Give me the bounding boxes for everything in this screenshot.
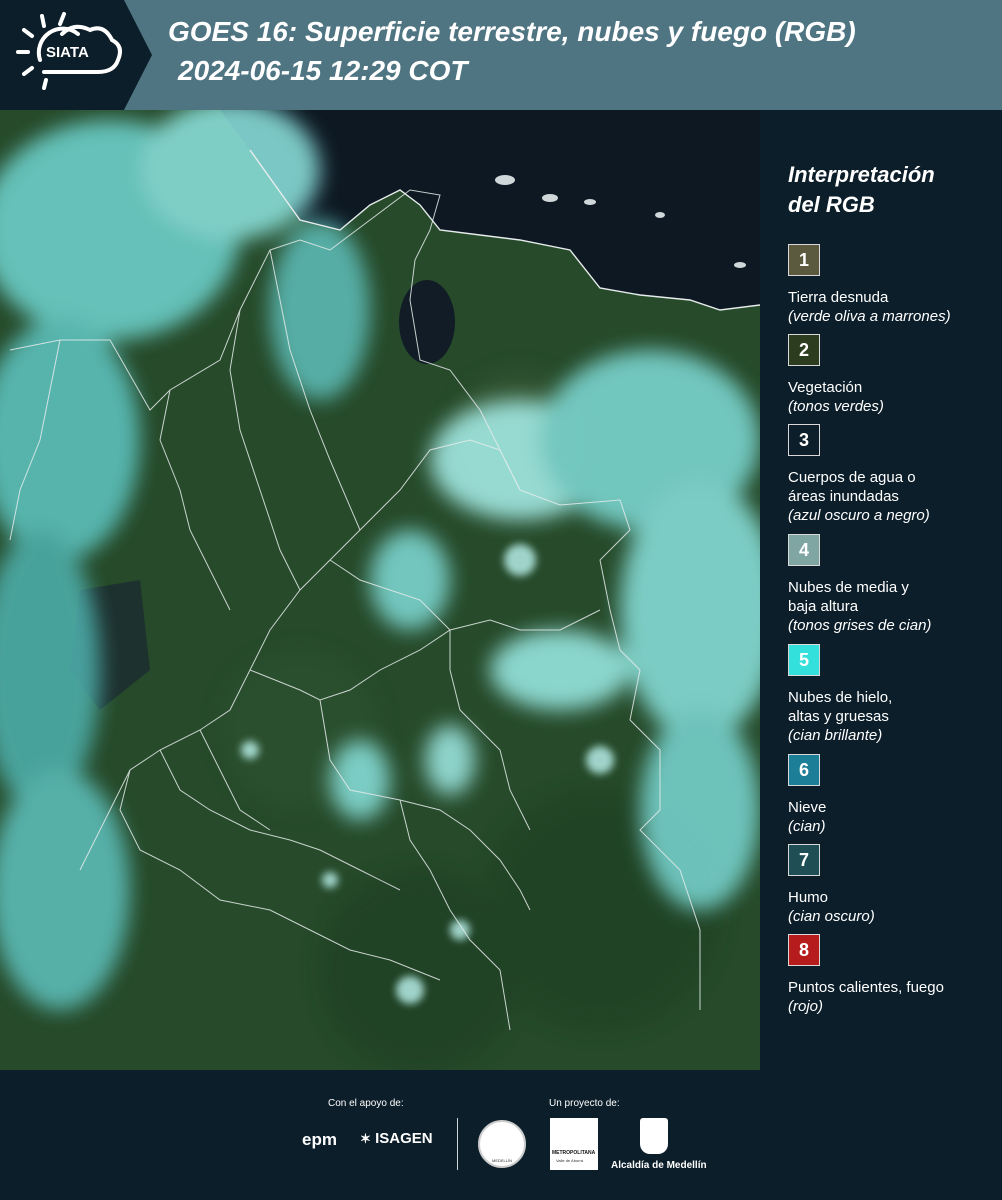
legend-swatch: 8: [788, 934, 820, 966]
legend-swatch: 3: [788, 424, 820, 456]
legend-label: Vegetación: [788, 379, 863, 396]
medellin-seal: MEDELLÍN: [478, 1120, 526, 1168]
legend-label: Puntos calientes, fuego: [788, 979, 944, 996]
lake-maracaibo: [399, 280, 455, 364]
header: SIATA GOES 16: Superficie terrestre, nub…: [0, 0, 1002, 110]
legend-item-vegetation: 2 Vegetación (tonos verdes): [788, 334, 998, 416]
area-metropolitana-logo: METROPOLITANA Valle de Aburrá: [550, 1118, 598, 1170]
legend-label: Nubes de hielo, altas y gruesas: [788, 689, 893, 725]
legend-note: (tonos verdes): [788, 398, 884, 415]
footer: Con el apoyo de: Un proyecto de: epm ✶ I…: [0, 1070, 1002, 1200]
legend-note: (tonos grises de cian): [788, 617, 932, 634]
footer-divider: [457, 1118, 458, 1170]
isagen-logo: ✶ ISAGEN: [360, 1130, 433, 1147]
legend-item-low-clouds: 4 Nubes de media y baja altura (tonos gr…: [788, 534, 998, 635]
legend-panel: Interpretación del RGB 1 Tierra desnuda …: [760, 110, 1002, 1070]
legend-label: Nubes de media y baja altura: [788, 579, 909, 615]
legend-note: (cian oscuro): [788, 908, 875, 925]
legend-swatch: 6: [788, 754, 820, 786]
legend-swatch: 2: [788, 334, 820, 366]
legend-note: (cian): [788, 818, 826, 835]
siata-logo: SIATA: [0, 0, 152, 110]
legend-label: Humo: [788, 889, 829, 906]
legend-item-water: 3 Cuerpos de agua o áreas inundadas (azu…: [788, 424, 998, 525]
isagen-icon: ✶: [360, 1131, 371, 1146]
legend-note: (rojo): [788, 998, 824, 1015]
area-logo-subtext: Valle de Aburrá: [556, 1158, 584, 1163]
project-label: Un proyecto de:: [549, 1098, 620, 1109]
isagen-text: ISAGEN: [375, 1130, 433, 1147]
alcaldia-label: Alcaldía de Medellín: [611, 1160, 707, 1171]
seal-text: MEDELLÍN: [491, 1158, 512, 1163]
legend-note: (verde oliva a marrones): [788, 308, 951, 325]
legend-note: (cian brillante): [788, 727, 883, 744]
timestamp: 2024-06-15 12:29 COT: [178, 55, 468, 86]
legend-swatch: 7: [788, 844, 820, 876]
legend-swatch: 1: [788, 244, 820, 276]
legend-label: Nieve: [788, 799, 827, 816]
area-logo-text: METROPOLITANA: [552, 1150, 596, 1156]
legend-item-snow: 6 Nieve (cian): [788, 754, 998, 836]
legend-item-ice-clouds: 5 Nubes de hielo, altas y gruesas (cian …: [788, 644, 998, 745]
legend-item-smoke: 7 Humo (cian oscuro): [788, 844, 998, 926]
legend-item-bare-soil: 1 Tierra desnuda (verde oliva a marrones…: [788, 244, 998, 326]
legend-title: Interpretación del RGB: [788, 162, 935, 217]
legend-swatch: 5: [788, 644, 820, 676]
legend-item-fire: 8 Puntos calientes, fuego (rojo): [788, 934, 998, 1016]
satellite-map: [0, 110, 760, 1070]
support-label: Con el apoyo de:: [328, 1098, 404, 1109]
legend-label: Cuerpos de agua o áreas inundadas: [788, 469, 916, 505]
medellin-shield-icon: [640, 1118, 668, 1154]
logo-text: SIATA: [46, 44, 89, 61]
page-title: GOES 16: Superficie terrestre, nubes y f…: [168, 16, 856, 47]
legend-swatch: 4: [788, 534, 820, 566]
epm-logo: epm: [302, 1130, 337, 1149]
legend-note: (azul oscuro a negro): [788, 507, 930, 524]
legend-label: Tierra desnuda: [788, 289, 889, 306]
